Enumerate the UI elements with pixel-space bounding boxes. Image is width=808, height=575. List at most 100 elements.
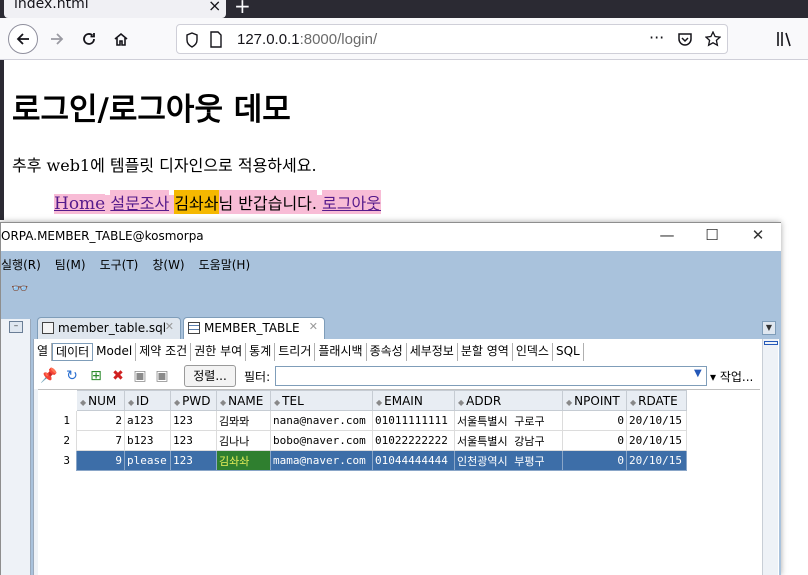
column-header[interactable]: ◆ PWD — [170, 390, 217, 411]
nav-link-home[interactable]: Home — [54, 194, 106, 214]
cell-emain[interactable]: 01011111111 — [372, 410, 455, 431]
cell-tel[interactable]: mama@naver.com — [270, 450, 373, 471]
library-icon[interactable] — [776, 31, 794, 47]
filter-dropdown-icon[interactable]: ▼ — [694, 368, 702, 379]
column-header[interactable]: ◆ NAME — [216, 390, 271, 411]
cell-emain[interactable]: 01022222222 — [372, 430, 455, 451]
reload-button[interactable] — [74, 24, 104, 54]
subtab-partitions[interactable]: 분할 영역 — [458, 343, 513, 361]
cell-addr[interactable]: 서울특별시 강남구 — [454, 430, 563, 451]
new-tab-button[interactable]: + — [234, 0, 251, 18]
cell-addr[interactable]: 서울특별시 구로구 — [454, 410, 563, 431]
column-header[interactable]: ◆ ADDR — [454, 390, 563, 411]
commit-icon[interactable]: ▣ — [132, 368, 148, 384]
column-header-label: NAME — [228, 393, 264, 408]
cell-emain[interactable]: 01044444444 — [372, 450, 455, 471]
cell-tel[interactable]: bobo@naver.com — [270, 430, 373, 451]
menu-run[interactable]: 실행(R) — [1, 256, 41, 273]
subtab-data[interactable]: 데이터 — [52, 343, 94, 361]
rollback-icon[interactable]: ▣ — [154, 368, 170, 384]
subtab-indexes[interactable]: 인덱스 — [513, 343, 553, 361]
cell-name[interactable]: 김솨솨 — [216, 450, 271, 471]
minimize-icon[interactable]: — — [655, 226, 679, 248]
forward-button[interactable] — [42, 24, 72, 54]
window-titlebar[interactable]: ORPA.MEMBER_TABLE@kosmorpa — ☐ ✕ — [1, 223, 781, 251]
subtab-constraints[interactable]: 제약 조건 — [136, 343, 192, 361]
url-bar[interactable]: 127.0.0.1:8000/login/ ··· — [176, 24, 728, 54]
cell-num[interactable]: 9 — [76, 450, 125, 471]
cell-num[interactable]: 2 — [76, 410, 125, 431]
binoculars-icon[interactable]: 👓 — [11, 281, 28, 297]
sort-icon: ◆ — [458, 397, 465, 407]
cell-name[interactable]: 김나나 — [216, 430, 271, 451]
pocket-icon[interactable] — [677, 32, 693, 47]
tab-close-icon[interactable]: ✕ — [165, 320, 174, 333]
home-button[interactable] — [106, 24, 136, 54]
actions-button[interactable]: ▾ 작업... — [710, 368, 753, 385]
tab-member-table[interactable]: MEMBER_TABLE ✕ — [183, 317, 325, 339]
url-text[interactable]: 127.0.0.1:8000/login/ — [237, 31, 377, 48]
pin-icon[interactable]: 📌 — [40, 368, 57, 384]
close-icon[interactable]: ✕ — [746, 226, 770, 248]
cell-pwd[interactable]: 123 — [170, 450, 217, 471]
cell-tel[interactable]: nana@naver.com — [270, 410, 373, 431]
cell-pwd[interactable]: 123 — [170, 410, 217, 431]
insert-row-icon[interactable]: ⊞ — [88, 368, 104, 384]
subtab-triggers[interactable]: 트리거 — [275, 343, 316, 361]
subtab-dependencies[interactable]: 종속성 — [367, 343, 407, 361]
subtab-model[interactable]: Model — [93, 343, 137, 361]
menu-window[interactable]: 창(W) — [152, 256, 184, 273]
cell-name[interactable]: 김뫄뫄 — [216, 410, 271, 431]
sort-button[interactable]: 정렬... — [184, 365, 236, 387]
subtab-flashback[interactable]: 플래시백 — [315, 343, 367, 361]
menu-team[interactable]: 팀(M) — [55, 256, 86, 273]
minimize-panel-icon[interactable]: – — [9, 321, 23, 333]
cell-id[interactable]: b123 — [124, 430, 171, 451]
cell-npoint[interactable]: 0 — [562, 430, 627, 451]
tab-member-table-sql[interactable]: member_table.sql ✕ — [37, 317, 181, 339]
right-scrollbar[interactable] — [762, 339, 778, 575]
table-row-selected[interactable]: 3 9 please 123 김솨솨 mama@naver.com 010444… — [38, 450, 687, 471]
page-icon[interactable] — [209, 31, 223, 48]
refresh-icon[interactable]: ↻ — [64, 368, 80, 384]
cell-num[interactable]: 7 — [76, 430, 125, 451]
table-row[interactable]: 1 2 a123 123 김뫄뫄 nana@naver.com 01011111… — [39, 410, 687, 431]
column-header-label: ADDR — [466, 393, 502, 408]
column-header[interactable]: ◆ RDATE — [626, 390, 687, 411]
subtab-columns[interactable]: 열 — [34, 343, 53, 361]
subtab-details[interactable]: 세부정보 — [407, 343, 458, 361]
subtab-grants[interactable]: 권한 부여 — [191, 343, 247, 361]
bookmark-star-icon[interactable] — [705, 31, 721, 47]
delete-row-icon[interactable]: ✖ — [110, 368, 126, 384]
subtab-sql[interactable]: SQL — [553, 343, 584, 361]
filter-input[interactable] — [275, 366, 707, 386]
column-header[interactable]: ◆ EMAIN — [372, 390, 455, 411]
cell-rdate[interactable]: 20/10/15 — [626, 450, 687, 471]
nav-link-logout[interactable]: 로그아웃 — [322, 190, 381, 214]
cell-pwd[interactable]: 123 — [170, 430, 217, 451]
cell-addr[interactable]: 인천광역시 부평구 — [454, 450, 563, 471]
tab-close-icon[interactable]: × — [208, 0, 221, 15]
column-header[interactable]: ◆ TEL — [270, 390, 373, 411]
subtab-statistics[interactable]: 통계 — [246, 343, 276, 361]
nav-link-survey[interactable]: 설문조사 — [110, 190, 170, 214]
menu-help[interactable]: 도움말(H) — [199, 256, 251, 273]
maximize-icon[interactable]: ☐ — [700, 226, 724, 248]
cell-id[interactable]: please — [124, 450, 171, 471]
cell-id[interactable]: a123 — [124, 410, 171, 431]
column-header[interactable]: ◆ NPOINT — [562, 390, 627, 411]
cell-rdate[interactable]: 20/10/15 — [626, 410, 687, 431]
shield-icon[interactable] — [185, 32, 199, 48]
tab-list-dropdown-icon[interactable]: ▼ — [762, 321, 776, 335]
more-icon[interactable]: ··· — [649, 28, 664, 47]
column-header[interactable]: ◆ NUM — [76, 390, 125, 411]
browser-tab[interactable]: index.html × — [4, 0, 226, 18]
back-button[interactable] — [8, 24, 38, 54]
tab-close-icon[interactable]: ✕ — [309, 320, 318, 333]
column-header[interactable]: ◆ ID — [124, 390, 171, 411]
cell-npoint[interactable]: 0 — [562, 450, 627, 471]
menu-tools[interactable]: 도구(T) — [100, 256, 139, 273]
cell-npoint[interactable]: 0 — [562, 410, 627, 431]
table-row[interactable]: 2 7 b123 123 김나나 bobo@naver.com 01022222… — [39, 430, 687, 451]
cell-rdate[interactable]: 20/10/15 — [626, 430, 687, 451]
